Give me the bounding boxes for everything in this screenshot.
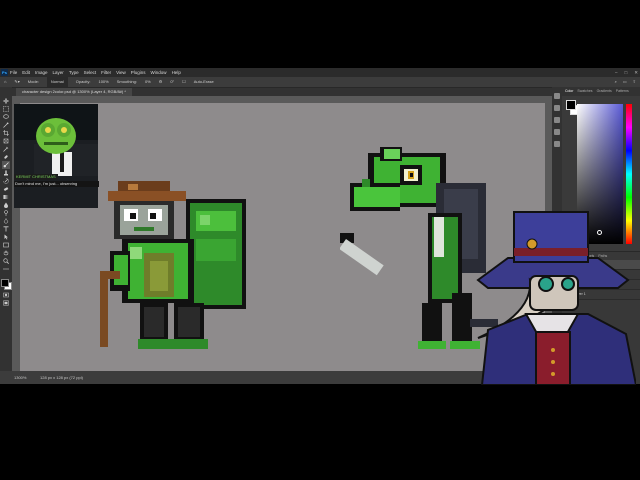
settings-gear-icon[interactable]: ⚙: [159, 77, 163, 87]
document-tab[interactable]: character design 2color.psd @ 1300% (Lay…: [16, 88, 132, 96]
adjustments-panel-icon[interactable]: [554, 117, 560, 123]
zoom-tool-icon[interactable]: [2, 257, 10, 265]
menu-file[interactable]: File: [10, 68, 17, 77]
menu-plugins[interactable]: Plugins: [131, 68, 146, 77]
document-dimensions[interactable]: 128 px x 128 px (72 ppi): [40, 371, 83, 384]
eraser-tool-icon[interactable]: [2, 185, 10, 193]
search-icon[interactable]: ⌕: [615, 77, 617, 87]
lasso-tool-icon[interactable]: [2, 113, 10, 121]
crop-tool-icon[interactable]: [2, 129, 10, 137]
zoom-field[interactable]: 1300%: [14, 371, 26, 384]
more-tools-icon[interactable]: [2, 265, 10, 273]
tab-color[interactable]: Color: [565, 87, 573, 96]
menu-select[interactable]: Select: [84, 68, 97, 77]
history-panel-icon[interactable]: [554, 93, 560, 99]
rectangle-tool-icon[interactable]: [2, 241, 10, 249]
color-swatches[interactable]: [0, 277, 12, 291]
stamp-tool-icon[interactable]: [2, 169, 10, 177]
artboard[interactable]: [20, 103, 545, 375]
mode-dropdown[interactable]: Normal: [46, 77, 68, 87]
minimize-button[interactable]: –: [615, 68, 618, 77]
libraries-panel-icon[interactable]: [554, 129, 560, 135]
tab-swatches[interactable]: Swatches: [577, 87, 592, 96]
close-button[interactable]: ✕: [634, 68, 638, 77]
brushes-panel-icon[interactable]: [554, 141, 560, 147]
menu-view[interactable]: View: [116, 68, 126, 77]
menu-help[interactable]: Help: [172, 68, 181, 77]
tab-gradients[interactable]: Gradients: [597, 87, 612, 96]
blur-tool-icon[interactable]: [2, 201, 10, 209]
plague-doctor-avatar: [476, 211, 636, 385]
menu-layer[interactable]: Layer: [53, 68, 64, 77]
options-bar: ⌂ ✎▾ Mode: Normal Opacity: 100% Smoothin…: [0, 77, 640, 88]
mode-label: Mode:: [27, 79, 39, 84]
healing-tool-icon[interactable]: [2, 153, 10, 161]
home-icon[interactable]: ⌂: [4, 77, 6, 87]
webcam-name-tag: KERMIT CHRISTMAS: [14, 174, 58, 180]
smoothing-field[interactable]: 0%: [145, 77, 151, 87]
gradient-tool-icon[interactable]: [2, 193, 10, 201]
menu-edit[interactable]: Edit: [22, 68, 30, 77]
brush-tool-icon[interactable]: [2, 161, 10, 169]
turtle-character-sprite: [100, 181, 246, 349]
eyedropper-tool-icon[interactable]: [2, 145, 10, 153]
properties-panel-icon[interactable]: [554, 105, 560, 111]
quick-mask-icon[interactable]: [2, 291, 10, 299]
path-select-tool-icon[interactable]: [2, 233, 10, 241]
webcam-chat-text: Don't mind me, I'm just... observing: [14, 181, 99, 187]
autoerase-checkbox[interactable]: ☐: [182, 77, 186, 87]
menu-bar: Ps File Edit Image Layer Type Select Fil…: [0, 68, 640, 77]
type-tool-icon[interactable]: [2, 225, 10, 233]
menu-image[interactable]: Image: [35, 68, 48, 77]
screen-mode-icon[interactable]: [2, 299, 10, 307]
menu-type[interactable]: Type: [69, 68, 79, 77]
pen-tool-icon[interactable]: [2, 217, 10, 225]
menu-window[interactable]: Window: [151, 68, 167, 77]
move-tool-icon[interactable]: [2, 97, 10, 105]
opacity-field[interactable]: 100%: [98, 77, 108, 87]
autoerase-label: Auto-Erase: [193, 79, 214, 84]
dodge-tool-icon[interactable]: [2, 209, 10, 217]
opacity-label: Opacity:: [75, 79, 91, 84]
history-brush-tool-icon[interactable]: [2, 177, 10, 185]
magic-wand-tool-icon[interactable]: [2, 121, 10, 129]
marquee-tool-icon[interactable]: [2, 105, 10, 113]
workspace-icon[interactable]: ▭: [623, 77, 627, 87]
angle-field[interactable]: 0°: [170, 77, 174, 87]
frog-avatar-image: [34, 118, 98, 176]
frame-tool-icon[interactable]: [2, 137, 10, 145]
tab-patterns[interactable]: Patterns: [616, 87, 629, 96]
menu-filter[interactable]: Filter: [101, 68, 111, 77]
foreground-color-swatch[interactable]: [566, 100, 576, 110]
webcam-overlay: KERMIT CHRISTMAS Don't mind me, I'm just…: [14, 104, 99, 208]
color-panel-tabs: Color Swatches Gradients Patterns: [562, 87, 640, 96]
document-tabs: character design 2color.psd @ 1300% (Lay…: [12, 88, 552, 96]
hand-tool-icon[interactable]: [2, 249, 10, 257]
maximize-button[interactable]: □: [625, 68, 628, 77]
photoshop-logo-icon[interactable]: Ps: [1, 69, 8, 76]
brush-preset-icon[interactable]: ✎▾: [14, 77, 19, 87]
smoothing-label: Smoothing:: [116, 79, 137, 84]
share-icon[interactable]: ⇪: [633, 77, 636, 87]
